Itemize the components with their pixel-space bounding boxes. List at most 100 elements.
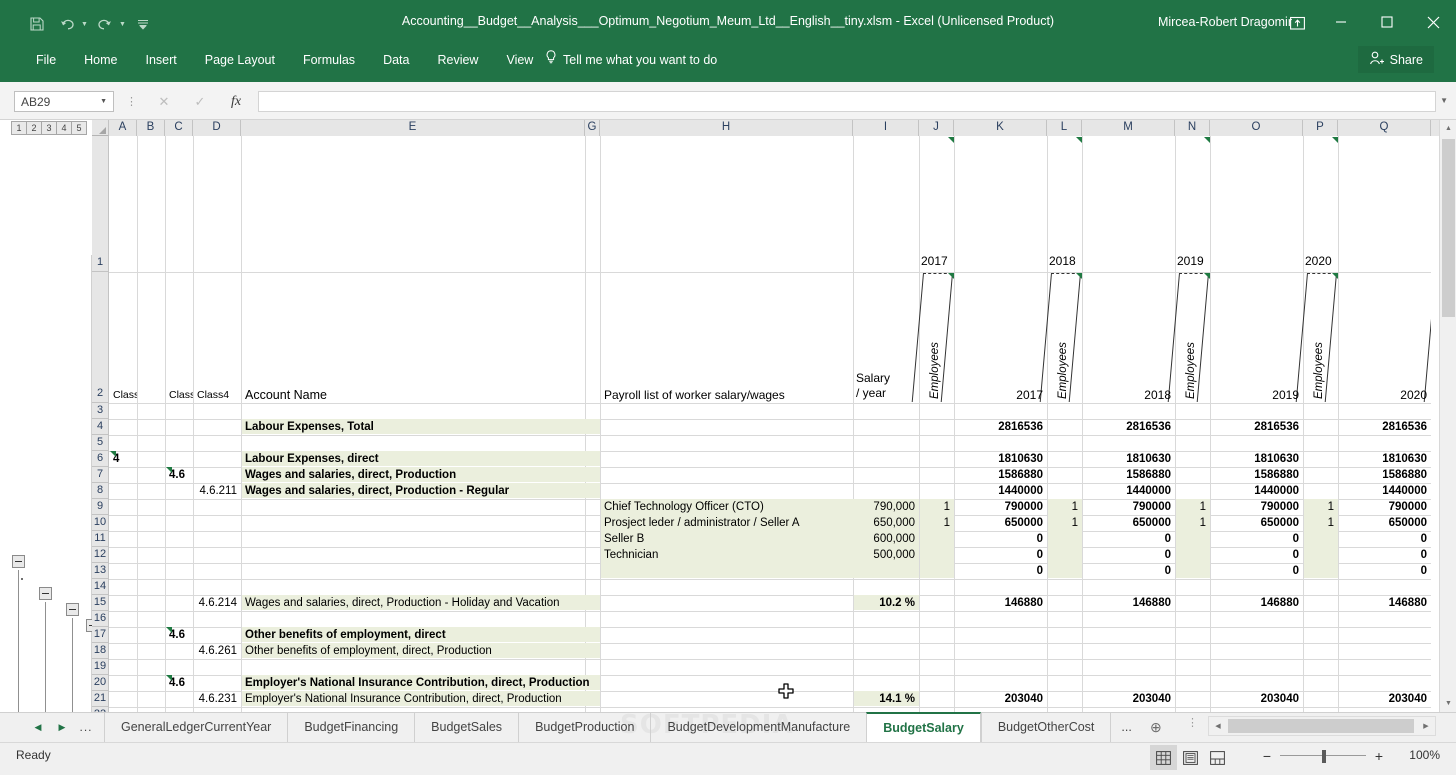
comment-marker-P1[interactable] bbox=[1332, 137, 1338, 143]
cell-amount-M13[interactable]: 0 bbox=[1083, 563, 1175, 579]
cell-amount-M9[interactable]: 790000 bbox=[1083, 499, 1175, 515]
column-header-l[interactable]: L bbox=[1047, 120, 1082, 136]
cell-payroll-r12[interactable]: Technician bbox=[601, 547, 853, 563]
row-header-1[interactable]: 1 bbox=[92, 136, 109, 272]
header-salary-per-year[interactable]: Salary / year bbox=[856, 371, 918, 401]
cell-payroll-r10[interactable]: Prosject leder / administrator / Seller … bbox=[601, 515, 853, 531]
cell-amount-Q6[interactable]: 1810630 bbox=[1339, 451, 1431, 467]
confirm-entry-icon[interactable]: ✓ bbox=[182, 92, 218, 112]
row-header-7[interactable]: 7 bbox=[92, 467, 109, 483]
redo-dropdown-caret[interactable]: ▼ bbox=[119, 21, 126, 28]
cell-amount-M7[interactable]: 1586880 bbox=[1083, 467, 1175, 483]
column-header-c[interactable]: C bbox=[165, 120, 193, 136]
cell-amount-Q8[interactable]: 1440000 bbox=[1339, 483, 1431, 499]
column-header-q[interactable]: Q bbox=[1338, 120, 1431, 136]
cell-amount-O6[interactable]: 1810630 bbox=[1211, 451, 1303, 467]
cell-salary-r10[interactable]: 650,000 bbox=[854, 515, 919, 531]
sheet-tab-budgetdevelopmentmanufacture[interactable]: BudgetDevelopmentManufacture bbox=[650, 712, 866, 742]
zoom-in-button[interactable]: + bbox=[1370, 748, 1388, 764]
cell-account-r20[interactable]: Employer's National Insurance Contributi… bbox=[242, 675, 762, 691]
minimize-button[interactable] bbox=[1318, 0, 1364, 44]
column-header-g[interactable]: G bbox=[585, 120, 600, 136]
outline-collapse-level3-row7[interactable] bbox=[66, 603, 79, 616]
horizontal-scroll-thumb[interactable] bbox=[1228, 719, 1414, 733]
year-top-2017[interactable]: 2017 bbox=[921, 254, 948, 268]
column-header-o[interactable]: O bbox=[1210, 120, 1303, 136]
ribbon-tab-file[interactable]: File bbox=[22, 44, 70, 76]
cell-amount-O7[interactable]: 1586880 bbox=[1211, 467, 1303, 483]
sheet-tab-budgetfinancing[interactable]: BudgetFinancing bbox=[287, 712, 414, 742]
row-header-10[interactable]: 10 bbox=[92, 515, 109, 531]
customize-qat-icon[interactable] bbox=[130, 13, 156, 35]
cell-class4-r15[interactable]: 4.6.214 bbox=[194, 595, 241, 611]
cell-amount-Q10[interactable]: 650000 bbox=[1339, 515, 1431, 531]
header-year-2017[interactable]: 2017 bbox=[955, 272, 1047, 403]
zoom-thumb[interactable] bbox=[1322, 750, 1326, 763]
column-header-k[interactable]: K bbox=[954, 120, 1047, 136]
ribbon-display-options-icon[interactable] bbox=[1284, 12, 1310, 34]
cell-amount-K6[interactable]: 1810630 bbox=[955, 451, 1047, 467]
column-header-j[interactable]: J bbox=[919, 120, 954, 136]
ribbon-tab-home[interactable]: Home bbox=[70, 44, 131, 76]
cell-salary-r11[interactable]: 600,000 bbox=[854, 531, 919, 547]
cell-account-r8[interactable]: Wages and salaries, direct, Production -… bbox=[242, 483, 762, 499]
cell-account-r17[interactable]: Other benefits of employment, direct bbox=[242, 627, 762, 643]
cancel-entry-icon[interactable]: ✕ bbox=[146, 92, 182, 112]
row-header-18[interactable]: 18 bbox=[92, 643, 109, 659]
cell-amount-K10[interactable]: 650000 bbox=[955, 515, 1047, 531]
undo-icon[interactable] bbox=[54, 13, 80, 35]
tell-me-search[interactable]: Tell me what you want to do bbox=[545, 44, 717, 76]
name-box[interactable]: AB29 ▼ bbox=[14, 91, 114, 112]
outline-level-4-button[interactable]: 4 bbox=[56, 121, 72, 135]
column-header-b[interactable]: B bbox=[137, 120, 165, 136]
row-header-14[interactable]: 14 bbox=[92, 579, 109, 595]
cell-account-r6[interactable]: Labour Expenses, direct bbox=[242, 451, 762, 467]
header-employees-J[interactable]: Employees bbox=[929, 280, 941, 399]
ribbon-tab-formulas[interactable]: Formulas bbox=[289, 44, 369, 76]
close-button[interactable] bbox=[1410, 0, 1456, 44]
cell-amount-Q13[interactable]: 0 bbox=[1339, 563, 1431, 579]
header-payroll[interactable]: Payroll list of worker salary/wages bbox=[601, 272, 853, 403]
cell-amount-Q4[interactable]: 2816536 bbox=[1339, 419, 1431, 435]
column-header-n[interactable]: N bbox=[1175, 120, 1210, 136]
cell-amount-Q12[interactable]: 0 bbox=[1339, 547, 1431, 563]
cell-amount-Q7[interactable]: 1586880 bbox=[1339, 467, 1431, 483]
cell-amount-M10[interactable]: 650000 bbox=[1083, 515, 1175, 531]
zoom-slider[interactable]: − + bbox=[1258, 748, 1388, 764]
cell-amount-K13[interactable]: 0 bbox=[955, 563, 1047, 579]
ribbon-tab-review[interactable]: Review bbox=[423, 44, 492, 76]
cell-salary-r21[interactable]: 14.1 % bbox=[854, 691, 919, 707]
cell-amount-O12[interactable]: 0 bbox=[1211, 547, 1303, 563]
cell-amount-Q11[interactable]: 0 bbox=[1339, 531, 1431, 547]
cell-salary-r9[interactable]: 790,000 bbox=[854, 499, 919, 515]
share-button[interactable]: Share bbox=[1357, 46, 1434, 73]
column-header-m[interactable]: M bbox=[1082, 120, 1175, 136]
cell-amount-K7[interactable]: 1586880 bbox=[955, 467, 1047, 483]
row-header-8[interactable]: 8 bbox=[92, 483, 109, 499]
row-header-20[interactable]: 20 bbox=[92, 675, 109, 691]
cell-account-r18[interactable]: Other benefits of employment, direct, Pr… bbox=[242, 643, 762, 659]
cell-employees-P9[interactable]: 1 bbox=[1304, 499, 1338, 515]
header-year-2019[interactable]: 2019 bbox=[1211, 272, 1303, 403]
cell-amount-O13[interactable]: 0 bbox=[1211, 563, 1303, 579]
page-break-preview-button[interactable] bbox=[1204, 745, 1231, 770]
cell-amount-Q15[interactable]: 146880 bbox=[1339, 595, 1431, 611]
cell-area[interactable]: Class1 Class3Class4Account NamePayroll li… bbox=[109, 136, 1431, 712]
cell-employees-P10[interactable]: 1 bbox=[1304, 515, 1338, 531]
cell-employees-J9[interactable]: 1 bbox=[920, 499, 954, 515]
zoom-out-button[interactable]: − bbox=[1258, 748, 1276, 764]
formula-input[interactable] bbox=[258, 91, 1436, 112]
horizontal-scrollbar[interactable]: ◀ ▶ bbox=[1208, 716, 1436, 736]
formula-bar-grip[interactable]: ⋮ bbox=[126, 95, 137, 108]
cell-amount-K8[interactable]: 1440000 bbox=[955, 483, 1047, 499]
cell-class4-r21[interactable]: 4.6.231 bbox=[194, 691, 241, 707]
cell-amount-K12[interactable]: 0 bbox=[955, 547, 1047, 563]
cell-amount-Q9[interactable]: 790000 bbox=[1339, 499, 1431, 515]
comment-marker-J1[interactable] bbox=[948, 137, 954, 143]
header-year-2020[interactable]: 2020 bbox=[1339, 272, 1431, 403]
outline-level-2-button[interactable]: 2 bbox=[26, 121, 42, 135]
column-header-p[interactable]: P bbox=[1303, 120, 1338, 136]
comment-marker-C20[interactable] bbox=[166, 675, 172, 681]
cell-amount-O8[interactable]: 1440000 bbox=[1211, 483, 1303, 499]
ribbon-tab-insert[interactable]: Insert bbox=[132, 44, 191, 76]
